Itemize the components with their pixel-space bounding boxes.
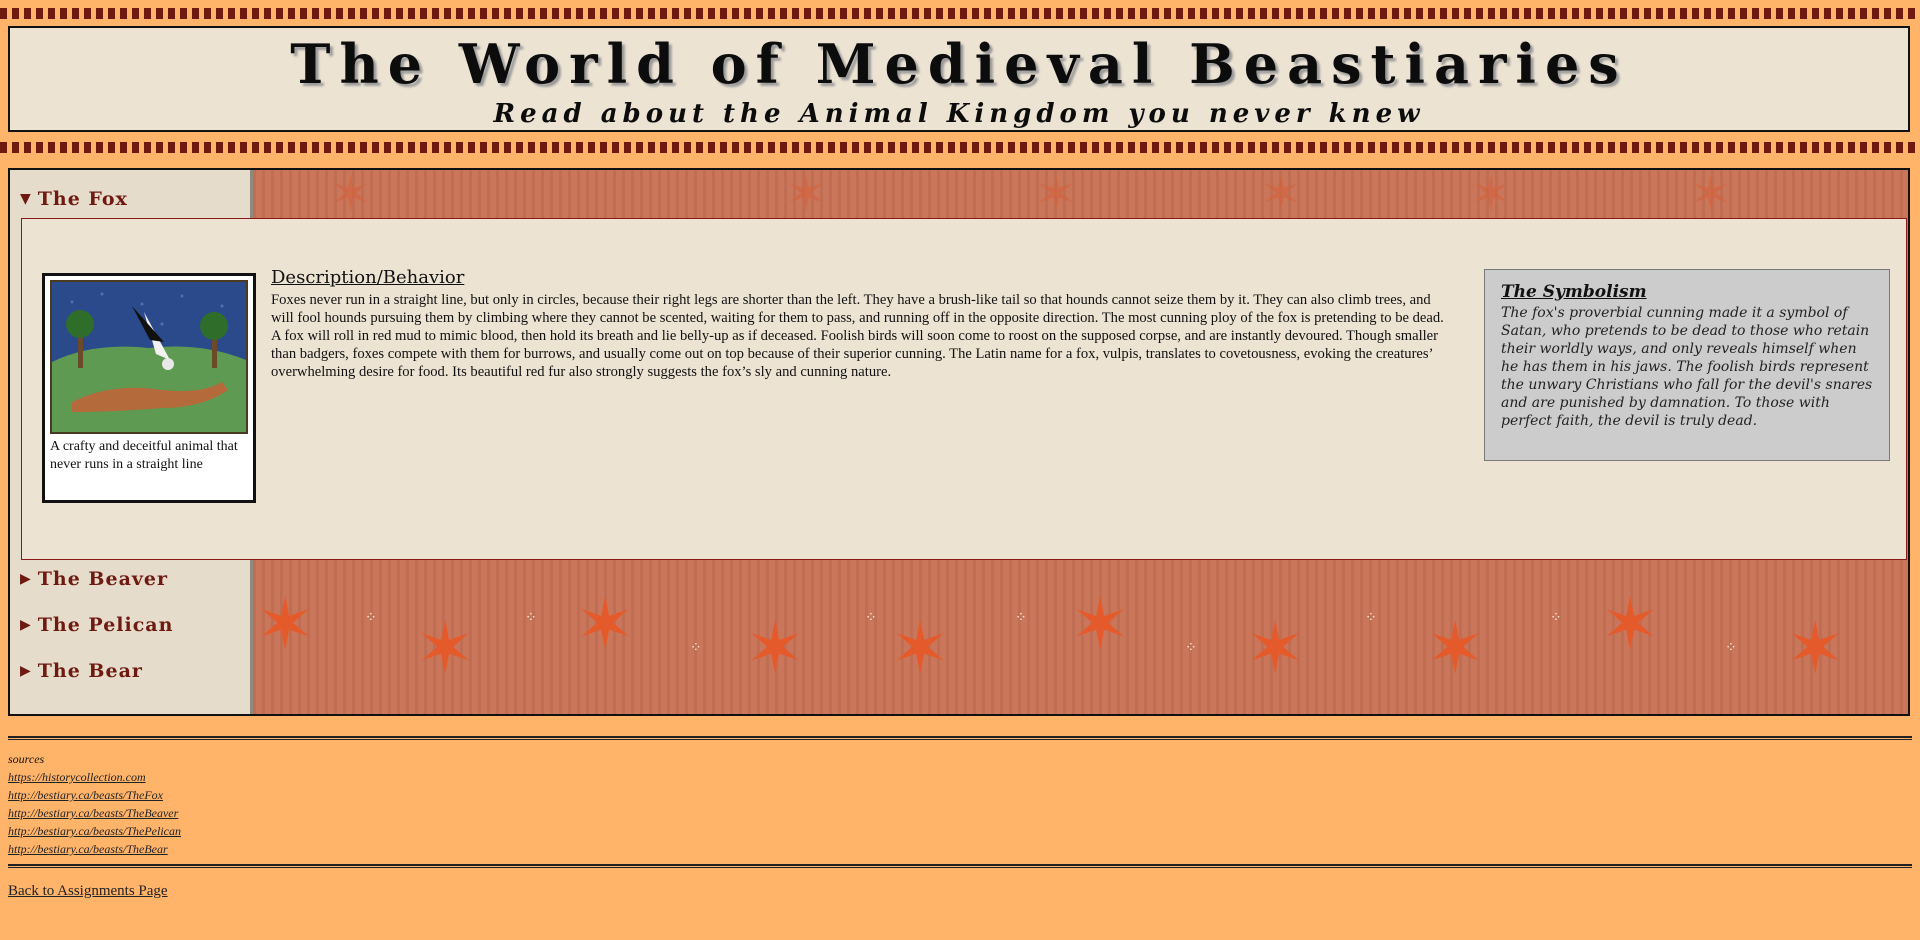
fox-manuscript-image <box>52 282 246 432</box>
source-link[interactable]: http://bestiary.ca/beasts/TheBear <box>8 840 181 858</box>
summary-label: The Bear <box>37 660 143 682</box>
description-text: Foxes never run in a straight line, but … <box>271 292 1444 380</box>
fox-details-panel: A crafty and deceitful animal that never… <box>21 218 1907 560</box>
decorative-border-middle <box>0 142 1920 153</box>
summary-label: The Fox <box>37 188 128 210</box>
star-ornament: ✶ <box>1785 606 1846 690</box>
source-link[interactable]: http://bestiary.ca/beasts/TheFox <box>8 786 181 804</box>
divider <box>8 736 1912 740</box>
triangle-right-icon: ▶ <box>20 617 32 633</box>
dot-ornament: ⁘ <box>365 610 377 626</box>
star-ornament: ✶ <box>1245 606 1306 690</box>
star-ornament: ✶ <box>575 582 636 666</box>
summary-bear[interactable]: ▶ The Bear <box>20 660 143 682</box>
dot-ornament: ⁘ <box>1550 610 1562 626</box>
summary-pelican[interactable]: ▶ The Pelican <box>20 614 173 636</box>
star-ornament: ✶ <box>1070 582 1131 666</box>
summary-fox[interactable]: ▼ The Fox <box>20 188 128 210</box>
symbolism-box: The Symbolism The fox's proverbial cunni… <box>1484 269 1890 461</box>
star-ornament: ✶ <box>415 606 476 690</box>
back-to-assignments-link[interactable]: Back to Assignments Page <box>8 883 168 900</box>
triangle-right-icon: ▶ <box>20 571 32 587</box>
dot-ornament: ⁘ <box>1185 640 1197 656</box>
description-section: Description/Behavior Foxes never run in … <box>271 267 1451 381</box>
decorative-border-top <box>0 8 1920 19</box>
star-ornament: ✶ <box>745 606 806 690</box>
dot-ornament: ⁘ <box>865 610 877 626</box>
beast-stage: ✶ ✶ ✶ ✶ ✶ ✶ ✶ ✶ ✶ ✶ ✶ ✶ ✶ ✶ ✶ ✶ ⁘ ⁘ ⁘ ⁘ … <box>8 168 1910 716</box>
page-header: The World of Medieval Beastiaries Read a… <box>8 26 1910 132</box>
star-ornament: ✶ <box>1600 582 1661 666</box>
source-link[interactable]: https://historycollection.com <box>8 768 181 786</box>
page-title: The World of Medieval Beastiaries <box>290 32 1628 96</box>
sources-section: sources https://historycollection.com ht… <box>8 750 181 858</box>
star-ornament: ✶ <box>890 606 951 690</box>
dot-ornament: ⁘ <box>1725 640 1737 656</box>
summary-label: The Pelican <box>37 614 174 636</box>
page-subtitle: Read about the Animal Kingdom you never … <box>493 99 1425 129</box>
symbolism-text: The fox's proverbial cunning made it a s… <box>1501 305 1873 429</box>
dot-ornament: ⁘ <box>690 640 702 656</box>
star-ornament: ✶ <box>1425 606 1486 690</box>
triangle-down-icon: ▼ <box>20 191 32 207</box>
dot-ornament: ⁘ <box>525 610 537 626</box>
divider <box>8 864 1912 868</box>
summary-beaver[interactable]: ▶ The Beaver <box>20 568 168 590</box>
fox-figure: A crafty and deceitful animal that never… <box>42 273 256 503</box>
source-link[interactable]: http://bestiary.ca/beasts/ThePelican <box>8 822 181 840</box>
dot-ornament: ⁘ <box>1365 610 1377 626</box>
fox-illustration <box>50 280 248 434</box>
description-heading: Description/Behavior <box>271 267 465 288</box>
source-link[interactable]: http://bestiary.ca/beasts/TheBeaver <box>8 804 181 822</box>
figure-caption: A crafty and deceitful animal that never… <box>50 439 238 472</box>
symbolism-heading: The Symbolism <box>1501 282 1647 302</box>
triangle-right-icon: ▶ <box>20 663 32 679</box>
dot-ornament: ⁘ <box>1015 610 1027 626</box>
sources-label: sources <box>8 752 45 766</box>
star-ornament: ✶ <box>255 582 316 666</box>
summary-label: The Beaver <box>37 568 169 590</box>
